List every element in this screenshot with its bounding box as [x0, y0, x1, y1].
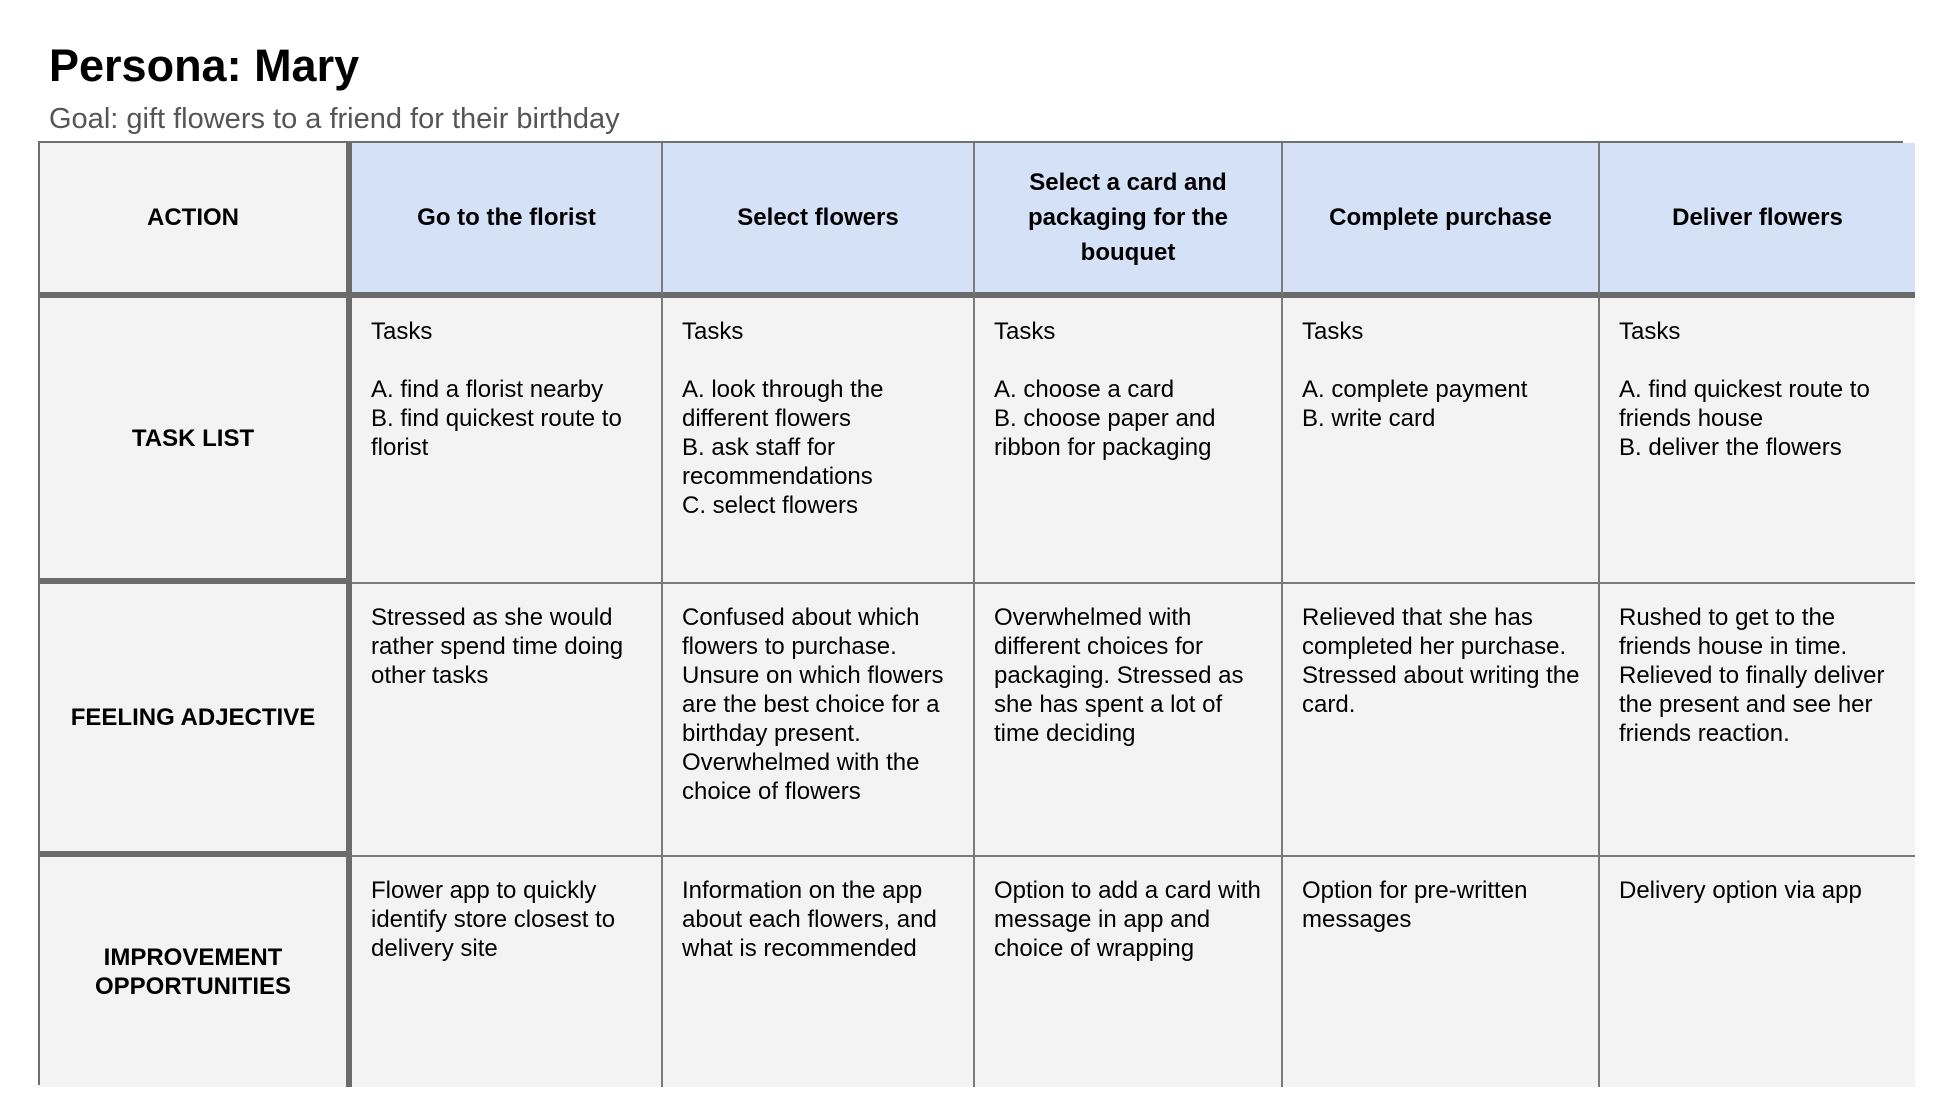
improvement-cell: Option for pre-written messages [1283, 857, 1600, 1087]
journey-map-table: ACTION Go to the florist Select flowers … [38, 141, 1915, 1087]
task-item: A. choose a card [994, 376, 1175, 403]
improvement-cell: Information on the app about each flower… [663, 857, 975, 1087]
task-item: B. choose paper and ribbon for packaging [994, 405, 1216, 461]
task-item: C. select flowers [682, 492, 859, 519]
task-item: B. ask staff for recommendations [682, 434, 873, 490]
feeling-cell: Stressed as she would rather spend time … [352, 584, 663, 857]
row-label-improvement-opportunities: IMPROVEMENT OPPORTUNITIES [40, 857, 352, 1087]
row-label-action: ACTION [40, 143, 352, 298]
action-header: Select flowers [663, 143, 975, 298]
improvement-cell: Flower app to quickly identify store clo… [352, 857, 663, 1087]
task-list-cell: Tasks A. find quickest route to friends … [1600, 298, 1915, 584]
task-item: A. find quickest route to friends house [1619, 376, 1870, 432]
tasks-label: Tasks [1619, 318, 1681, 345]
action-header: Go to the florist [352, 143, 663, 298]
tasks-label: Tasks [1302, 318, 1364, 345]
row-label-task-list: TASK LIST [40, 298, 352, 584]
improvement-cell: Delivery option via app [1600, 857, 1915, 1087]
task-item: B. write card [1302, 405, 1436, 432]
task-list-cell: Tasks A. look through the different flow… [663, 298, 975, 584]
action-header: Deliver flowers [1600, 143, 1915, 298]
improvement-cell: Option to add a card with message in app… [975, 857, 1283, 1087]
tasks-label: Tasks [371, 318, 433, 345]
goal-subtitle: Goal: gift flowers to a friend for their… [49, 103, 620, 135]
task-list-cell: Tasks A. find a florist nearby B. find q… [352, 298, 663, 584]
task-item: A. look through the different flowers [682, 376, 884, 432]
feeling-cell: Rushed to get to the friends house in ti… [1600, 584, 1915, 857]
task-item: A. complete payment [1302, 376, 1528, 403]
feeling-cell: Relieved that she has completed her purc… [1283, 584, 1600, 857]
page-title: Persona: Mary [49, 40, 360, 91]
action-header: Complete purchase [1283, 143, 1600, 298]
row-label-feeling-adjective: FEELING ADJECTIVE [40, 584, 352, 857]
tasks-label: Tasks [994, 318, 1056, 345]
task-list-cell: Tasks A. choose a card B. choose paper a… [975, 298, 1283, 584]
feeling-cell: Overwhelmed with different choices for p… [975, 584, 1283, 857]
feeling-cell: Confused about which flowers to purchase… [663, 584, 975, 857]
task-item: B. find quickest route to florist [371, 405, 622, 461]
action-header: Select a card and packaging for the bouq… [975, 143, 1283, 298]
tasks-label: Tasks [682, 318, 744, 345]
task-item: B. deliver the flowers [1619, 434, 1842, 461]
task-item: A. find a florist nearby [371, 376, 604, 403]
task-list-cell: Tasks A. complete payment B. write card [1283, 298, 1600, 584]
